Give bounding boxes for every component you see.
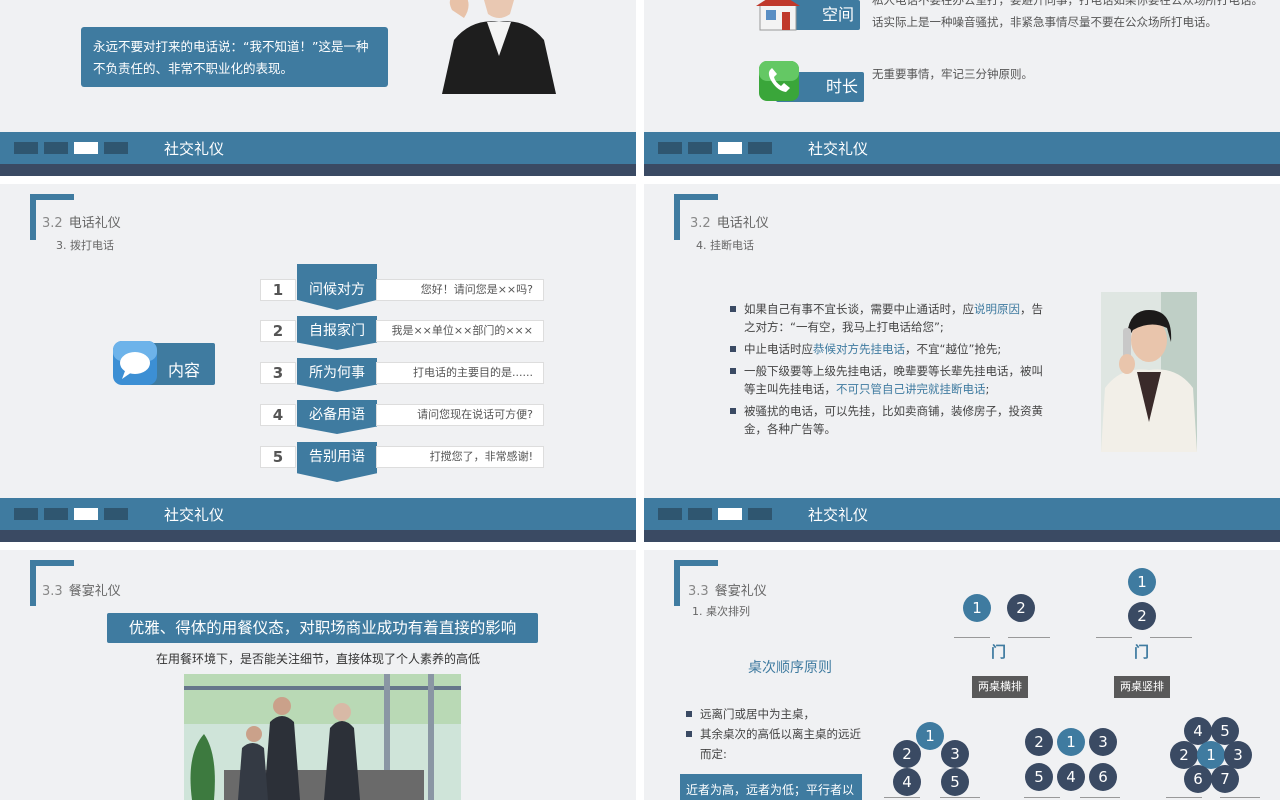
slide-thumbnail-5[interactable]: 3.3 餐宴礼仪 优雅、得体的用餐仪态，对职场商业成功有着直接的影响 在用餐环境下… [0,550,636,800]
table-circle: 3 [1089,728,1117,756]
table-circle: 2 [1007,594,1035,622]
arrow-line [954,637,990,638]
slide-grid: 永远不要对打来的电话说：“我不知道！”这是一种不负责任的、非常不职业化的表现。 … [0,0,1280,800]
subtitle: 3. 拨打电话 [56,239,114,252]
step-text: 打电话的主要目的是...... [376,362,544,384]
space-text-top: 私人电话不要在办公室打，要避开同事，打电话如果你要在公众场所打电话。 [872,0,1263,7]
step-text: 打搅您了，非常感谢! [376,446,544,468]
step-label: 告别用语 [297,442,377,482]
slide-thumbnail-6[interactable]: 3.3 餐宴礼仪 1. 桌次排列 桌次顺序原则 远离门或居中为主桌， 其余桌次的高… [644,550,1280,800]
table-circle: 4 [893,768,921,796]
step-label: 问候对方 [297,264,377,310]
table-circle: 1 [1128,568,1156,596]
table-circle: 2 [893,740,921,768]
table-circle: 6 [1089,763,1117,791]
slide-thumbnail-3[interactable]: 3.2 电话礼仪 3. 拨打电话 内容 1 问候对方 您好！请问您是××吗? 2 … [0,184,636,542]
footer-title: 社交礼仪 [808,140,869,158]
woman-phone-image [1101,292,1197,452]
slide-thumbnail-2[interactable]: 私人电话不要在办公室打，要避开同事，打电话如果你要在公众场所打电话。 话实际上是… [644,0,1280,176]
list-item: 远离门或居中为主桌， [686,704,864,724]
space-text: 话实际上是一种噪音骚扰，非紧急事情尽量不要在公众场所打电话。 [872,15,1217,29]
dining-subline: 在用餐环境下，是否能关注细节，直接体现了个人素养的高低 [155,652,480,666]
step-text: 您好！请问您是××吗? [376,279,544,301]
arrow-line [1008,637,1050,638]
step-label: 必备用语 [297,400,377,434]
arrow-line [1220,797,1260,798]
dining-headline: 优雅、得体的用餐仪态，对职场商业成功有着直接的影响 [107,613,538,643]
seating-rules: 远离门或居中为主桌， 其余桌次的高低以离主桌的远近而定: [686,704,864,764]
section-heading: 3.3 餐宴礼仪 [688,584,767,599]
section-heading: 3.3 餐宴礼仪 [42,584,121,599]
section-heading: 3.2 电话礼仪 [42,216,121,231]
table-circle: 1 [963,594,991,622]
seating-note: 近者为高，远者为低；平行者以 [680,774,862,800]
slide-footer: 社交礼仪 [644,498,1280,542]
step-number: 5 [260,446,296,468]
step-text: 我是××单位××部门的××× [376,320,544,342]
table-circle: 5 [941,768,969,796]
table-circle: 5 [1025,763,1053,791]
quote-box: 永远不要对打来的电话说：“我不知道！”这是一种不负责任的、非常不职业化的表现。 [81,27,388,87]
table-circle: 1 [916,722,944,750]
businesswoman-phone-image [432,0,566,94]
step-label: 所为何事 [297,358,377,392]
label-two-horizontal: 两桌横排 [972,676,1028,698]
house-icon [756,0,800,31]
slide-thumbnail-1[interactable]: 永远不要对打来的电话说：“我不知道！”这是一种不负责任的、非常不职业化的表现。 … [0,0,636,176]
table-circle: 2 [1025,728,1053,756]
table-circle: 3 [941,740,969,768]
label-two-vertical: 两桌竖排 [1114,676,1170,698]
arrow-line [1166,797,1202,798]
step-text: 请问您现在说话可方便? [376,404,544,426]
business-handshake-image [184,674,461,800]
slide-footer: 社交礼仪 [0,498,636,542]
seating-principle-title: 桌次顺序原则 [748,660,832,676]
arrow-line [1024,797,1060,798]
arrow-line [1096,637,1132,638]
arrow-line [1150,637,1192,638]
list-item: 被骚扰的电话，可以先挂，比如卖商铺，装修房子，投资黄金，各种广告等。 [730,402,1048,438]
door-label: 门 [991,643,1007,661]
phone-icon [759,61,799,101]
table-circle: 7 [1211,765,1239,793]
step-number: 4 [260,404,296,426]
step-number: 1 [260,279,296,301]
subtitle: 1. 桌次排列 [692,605,750,618]
door-label: 门 [1134,643,1150,661]
arrow-line [1080,797,1120,798]
step-number: 3 [260,362,296,384]
list-item: 其余桌次的高低以离主桌的远近而定: [686,724,864,764]
list-item: 如果自己有事不宜长谈，需要中止通话时，应说明原因，告之对方：“一有空，我马上打电… [730,300,1048,336]
step-number: 2 [260,320,296,342]
footer-title: 社交礼仪 [808,506,869,524]
slide-thumbnail-4[interactable]: 3.2 电话礼仪 4. 挂断电话 如果自己有事不宜长谈，需要中止通话时，应说明原因… [644,184,1280,542]
footer-title: 社交礼仪 [164,506,225,524]
slide-footer: 社交礼仪 [644,132,1280,176]
section-heading: 3.2 电话礼仪 [690,216,769,231]
slide-footer: 社交礼仪 [0,132,636,176]
subtitle: 4. 挂断电话 [696,239,754,252]
arrow-line [884,797,920,798]
table-circle: 1 [1057,728,1085,756]
table-circle: 6 [1184,765,1212,793]
list-item: 中止电话时应恭候对方先挂电话，不宜“越位”抢先; [730,340,1048,358]
arrow-line [940,797,980,798]
table-circle: 4 [1057,763,1085,791]
footer-title: 社交礼仪 [164,140,225,158]
step-label: 自报家门 [297,316,377,350]
table-circle: 2 [1128,602,1156,630]
content-label: 内容 [168,361,201,380]
list-item: 一般下级要等上级先挂电话，晚辈要等长辈先挂电话，被叫等主叫先挂电话，不可只管自己… [730,362,1048,398]
time-text: 无重要事情，牢记三分钟原则。 [872,67,1033,81]
hangup-bullets: 如果自己有事不宜长谈，需要中止通话时，应说明原因，告之对方：“一有空，我马上打电… [730,300,1048,442]
